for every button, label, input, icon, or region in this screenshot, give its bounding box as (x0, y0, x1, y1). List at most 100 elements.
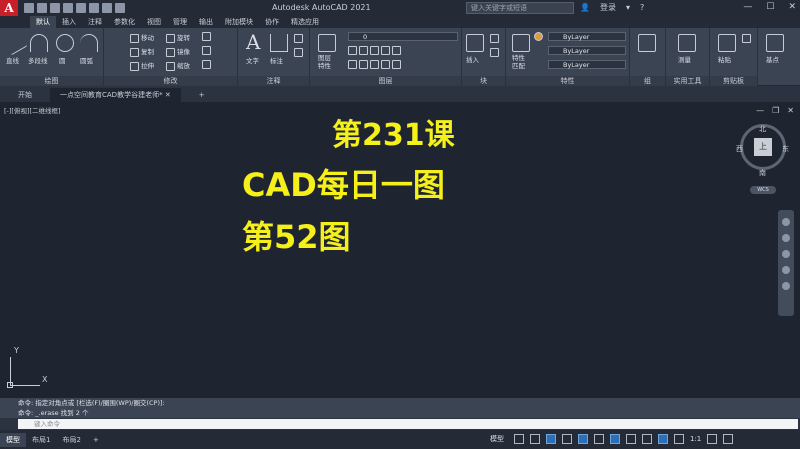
groups-panel-title[interactable]: 组 (630, 76, 665, 86)
redo-icon[interactable] (115, 3, 125, 13)
close-tab-icon[interactable]: ✕ (165, 91, 171, 99)
clipboard-panel-title[interactable]: 剪贴板 (710, 76, 757, 86)
compass-east[interactable]: 东 (782, 144, 789, 154)
polyline-button[interactable]: 多段线 (28, 55, 48, 65)
tab-layout2[interactable]: 布局2 (56, 433, 86, 447)
tab-start[interactable]: 开始 (8, 88, 42, 102)
base-point-button[interactable]: 基点 (766, 54, 779, 64)
user-icon[interactable]: 👤 (580, 3, 590, 12)
pan-icon[interactable] (782, 234, 790, 242)
text-button[interactable]: 文字 (246, 55, 259, 65)
steering-wheel-icon[interactable] (782, 218, 790, 226)
tab-output[interactable]: 输出 (193, 16, 219, 28)
paste-icon[interactable] (718, 34, 736, 52)
viewport-minimize-icon[interactable]: — (756, 106, 764, 115)
model-space-button[interactable]: 模型 (490, 434, 504, 444)
tab-insert[interactable]: 插入 (56, 16, 82, 28)
command-input[interactable]: 键入命令 (18, 419, 798, 429)
text-icon[interactable]: A (246, 30, 260, 54)
compass-south[interactable]: 南 (759, 168, 766, 178)
tab-annotate[interactable]: 注释 (82, 16, 108, 28)
zoom-icon[interactable] (782, 250, 790, 258)
lineweight-dropdown[interactable]: ByLayer (548, 60, 626, 69)
color-dropdown[interactable]: ByLayer (548, 32, 626, 41)
tab-featured-apps[interactable]: 精选应用 (285, 16, 325, 28)
modify-panel-title[interactable]: 修改 (104, 76, 237, 86)
dimension-button[interactable]: 标注 (270, 55, 283, 65)
annotation-visibility-icon[interactable] (658, 434, 668, 444)
showmotion-icon[interactable] (782, 282, 790, 290)
undo-icon[interactable] (102, 3, 112, 13)
move-button[interactable]: 移动 (130, 32, 154, 43)
arc-button[interactable]: 圆弧 (80, 55, 93, 65)
viewport-controls-label[interactable]: [-][俯视][二维线框] (4, 105, 61, 115)
close-icon[interactable]: ✕ (788, 2, 796, 12)
drawing-viewport[interactable]: [-][俯视][二维线框] — ❐ ✕ 第231课 CAD每日一图 第52图 上… (0, 102, 800, 398)
minimize-icon[interactable]: — (743, 2, 752, 12)
properties-panel-title[interactable]: 特性 (506, 76, 629, 86)
tab-default[interactable]: 默认 (30, 16, 56, 28)
circle-icon[interactable] (56, 34, 74, 52)
mirror-button[interactable]: 镜像 (166, 46, 190, 57)
block-panel-title[interactable]: 块 (462, 76, 505, 86)
workspace-icon[interactable] (674, 434, 684, 444)
linetype-dropdown[interactable]: ByLayer (548, 46, 626, 55)
array-button[interactable] (202, 60, 213, 69)
insert-block-icon[interactable] (466, 34, 484, 52)
tab-drawing[interactable]: 一点空间教育CAD教学谷建老师* ✕ (50, 88, 181, 102)
snap-icon[interactable] (530, 434, 540, 444)
dimension-icon[interactable] (270, 34, 288, 52)
match-properties-button[interactable]: 特性 匹配 (512, 54, 525, 70)
line-icon[interactable] (2, 30, 28, 56)
fillet-button[interactable] (202, 46, 213, 55)
utilities-panel-title[interactable]: 实用工具 (666, 76, 709, 86)
layer-tools-row1[interactable] (348, 46, 403, 55)
cart-icon[interactable]: ▾ (626, 3, 630, 12)
orbit-icon[interactable] (782, 266, 790, 274)
compass-west[interactable]: 西 (736, 144, 743, 154)
plot-icon[interactable] (89, 3, 99, 13)
create-block-button[interactable] (490, 34, 501, 43)
layer-tools-row2[interactable] (348, 60, 403, 69)
rotate-button[interactable]: 旋转 (166, 32, 190, 43)
login-link[interactable]: 登录 (600, 2, 616, 13)
autocad-logo-icon[interactable]: A (0, 0, 18, 16)
tab-view[interactable]: 视图 (141, 16, 167, 28)
tab-layout1[interactable]: 布局1 (26, 433, 56, 447)
grid-icon[interactable] (514, 434, 524, 444)
copy-button[interactable]: 复制 (130, 46, 154, 57)
annotation-panel-title[interactable]: 注释 (238, 76, 309, 86)
color-wheel-button[interactable] (534, 32, 545, 41)
settings-gear-icon[interactable] (707, 434, 718, 444)
lineweight-icon[interactable] (626, 434, 636, 444)
group-icon[interactable] (638, 34, 656, 52)
paste-button[interactable]: 粘贴 (718, 54, 731, 64)
open-icon[interactable] (37, 3, 47, 13)
viewport-restore-icon[interactable]: ❐ (772, 106, 779, 115)
maximize-icon[interactable]: ☐ (766, 2, 774, 12)
tab-parametric[interactable]: 参数化 (108, 16, 141, 28)
dynamic-input-icon[interactable] (610, 434, 620, 444)
upload-icon[interactable] (76, 3, 86, 13)
viewport-close-icon[interactable]: ✕ (787, 106, 794, 115)
ortho-icon[interactable] (546, 434, 556, 444)
wcs-menu[interactable]: WCS (750, 186, 776, 194)
layer-dropdown[interactable]: 0 (348, 32, 458, 41)
customize-icon[interactable] (723, 434, 734, 444)
arc-icon[interactable] (80, 34, 98, 52)
annotation-scale[interactable]: 1:1 (690, 435, 701, 443)
new-icon[interactable] (24, 3, 34, 13)
tab-model[interactable]: 模型 (0, 432, 26, 447)
tab-manage[interactable]: 管理 (167, 16, 193, 28)
base-point-icon[interactable] (766, 34, 784, 52)
trim-button[interactable] (202, 32, 213, 41)
draw-panel-title[interactable]: 绘图 (0, 76, 103, 86)
stretch-button[interactable]: 拉伸 (130, 60, 154, 71)
otrack-icon[interactable] (594, 434, 604, 444)
tab-addins[interactable]: 附加模块 (219, 16, 259, 28)
line-button[interactable]: 直线 (6, 55, 19, 65)
compass-north[interactable]: 北 (759, 124, 766, 134)
osnap-icon[interactable] (578, 434, 588, 444)
polyline-icon[interactable] (30, 34, 48, 52)
layer-properties-icon[interactable] (318, 34, 336, 52)
